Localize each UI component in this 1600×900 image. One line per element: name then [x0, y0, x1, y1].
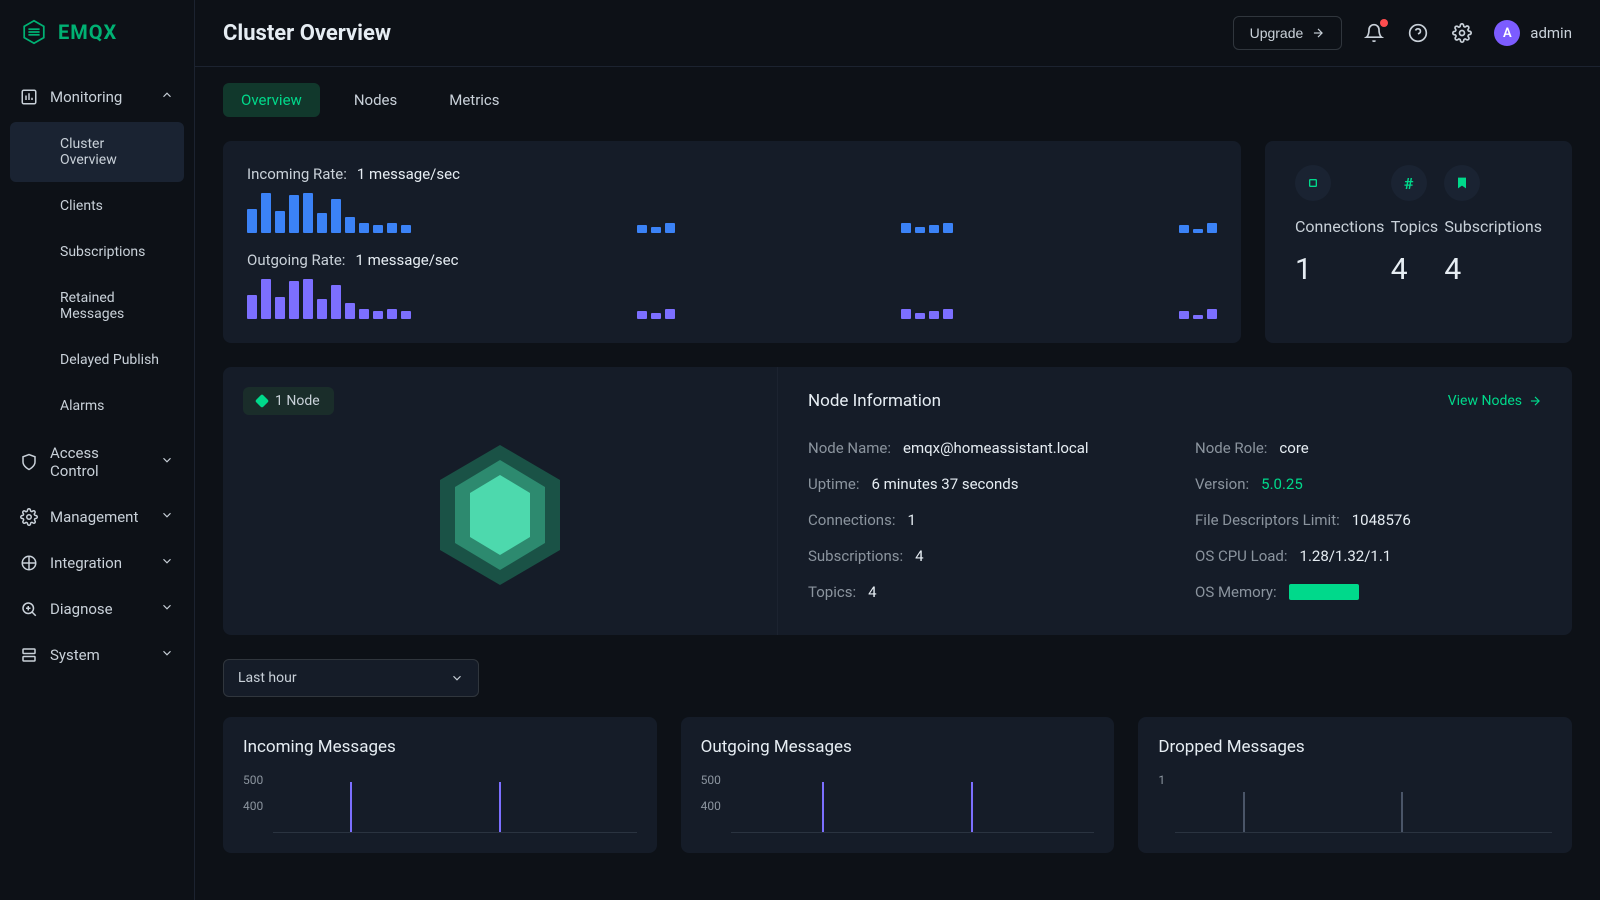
help-button[interactable] [1406, 21, 1430, 45]
shield-icon [20, 453, 38, 471]
page-title: Cluster Overview [223, 21, 391, 46]
notifications-button[interactable] [1362, 21, 1386, 45]
node-visualization: 1 Node [223, 367, 778, 635]
info-pair: Subscriptions:4 [808, 547, 1155, 565]
diagnose-icon [20, 600, 38, 618]
integration-icon [20, 554, 38, 572]
info-pair: OS Memory: [1195, 583, 1542, 601]
sidebar-item-delayed-publish[interactable]: Delayed Publish [10, 338, 184, 382]
info-pair: Version:5.0.25 [1195, 475, 1542, 493]
info-pair: Node Name:emqx@homeassistant.local [808, 439, 1155, 457]
sidebar-item-retained-messages[interactable]: Retained Messages [10, 276, 184, 336]
tab-metrics[interactable]: Metrics [431, 83, 517, 117]
sidebar: EMQX Monitoring Cluster Overview Clients… [0, 0, 195, 900]
node-badge-dot-icon [255, 394, 269, 408]
info-pair: Uptime:6 minutes 37 seconds [808, 475, 1155, 493]
nav-group-management[interactable]: Management [0, 494, 194, 540]
chevron-down-icon [450, 671, 464, 685]
monitoring-icon [20, 88, 38, 106]
upgrade-button[interactable]: Upgrade [1233, 16, 1343, 50]
content: Overview Nodes Metrics Incoming Rate: 1 … [195, 67, 1600, 900]
notification-dot [1380, 19, 1388, 27]
outgoing-sparkline [247, 277, 1217, 319]
chart-area [731, 773, 1094, 833]
info-pair: Topics:4 [808, 583, 1155, 601]
chevron-down-icon [160, 508, 174, 526]
sidebar-item-clients[interactable]: Clients [10, 184, 184, 228]
sidebar-item-alarms[interactable]: Alarms [10, 384, 184, 428]
stat-connections: Connections 1 [1295, 165, 1384, 319]
outgoing-rate-label: Outgoing Rate: [247, 251, 345, 269]
arrow-right-icon [1528, 394, 1542, 408]
chart-area [1175, 773, 1552, 833]
username: admin [1530, 24, 1572, 42]
chart-outgoing-messages: Outgoing Messages 500 400 [681, 717, 1115, 853]
subscriptions-icon [1444, 165, 1480, 201]
chart-dropped-messages: Dropped Messages 1 [1138, 717, 1572, 853]
info-pair: Node Role:core [1195, 439, 1542, 457]
sidebar-item-cluster-overview[interactable]: Cluster Overview [10, 122, 184, 182]
main: Cluster Overview Upgrade A admin [195, 0, 1600, 900]
nav-group-monitoring[interactable]: Monitoring [0, 74, 194, 120]
nav-group-integration[interactable]: Integration [0, 540, 194, 586]
user-menu[interactable]: A admin [1494, 20, 1572, 46]
brand-text: EMQX [58, 20, 117, 44]
chevron-down-icon [160, 554, 174, 572]
avatar: A [1494, 20, 1520, 46]
info-pair: Connections:1 [808, 511, 1155, 529]
topics-icon: # [1391, 165, 1427, 201]
node-info-title: Node Information [808, 391, 941, 411]
nav-group-diagnose[interactable]: Diagnose [0, 586, 194, 632]
y-axis: 1 [1158, 773, 1165, 833]
stat-subscriptions: Subscriptions 4 [1444, 165, 1542, 319]
memory-bar [1289, 584, 1359, 600]
topbar: Cluster Overview Upgrade A admin [195, 0, 1600, 67]
stat-topics: # Topics 4 [1391, 165, 1438, 319]
rate-card: Incoming Rate: 1 message/sec Outgoing Ra… [223, 141, 1241, 343]
nav-group-access-control[interactable]: Access Control [0, 430, 194, 494]
node-panel: 1 Node Node Information View Nodes [223, 367, 1572, 635]
arrow-right-icon [1311, 26, 1325, 40]
node-information: Node Information View Nodes Node Name:em… [778, 367, 1572, 635]
gear-icon [20, 508, 38, 526]
time-range-select[interactable]: Last hour [223, 659, 479, 697]
nav-group-system[interactable]: System [0, 632, 194, 678]
y-axis: 500 400 [243, 773, 263, 833]
help-icon [1408, 23, 1428, 43]
incoming-rate-label: Incoming Rate: [247, 165, 347, 183]
nav: Monitoring Cluster Overview Clients Subs… [0, 64, 194, 678]
node-hexagon-icon[interactable] [430, 440, 570, 590]
charts-row: Incoming Messages 500 400 Outgoing Messa… [223, 717, 1572, 853]
y-axis: 500 400 [701, 773, 721, 833]
tab-nodes[interactable]: Nodes [336, 83, 415, 117]
sidebar-item-subscriptions[interactable]: Subscriptions [10, 230, 184, 274]
outgoing-rate-value: 1 message/sec [355, 251, 458, 269]
info-pair: OS CPU Load:1.28/1.32/1.1 [1195, 547, 1542, 565]
chevron-down-icon [160, 646, 174, 664]
view-nodes-link[interactable]: View Nodes [1448, 393, 1542, 409]
brand-logo[interactable]: EMQX [0, 0, 194, 64]
chevron-down-icon [160, 600, 174, 618]
chevron-down-icon [160, 453, 174, 471]
incoming-rate-value: 1 message/sec [357, 165, 460, 183]
emqx-logo-icon [20, 18, 48, 46]
info-pair: File Descriptors Limit:1048576 [1195, 511, 1542, 529]
chart-incoming-messages: Incoming Messages 500 400 [223, 717, 657, 853]
connections-icon [1295, 165, 1331, 201]
incoming-sparkline [247, 191, 1217, 233]
chevron-up-icon [160, 88, 174, 106]
chart-area [273, 773, 636, 833]
gear-icon [1452, 23, 1472, 43]
tabs: Overview Nodes Metrics [223, 83, 1572, 117]
settings-button[interactable] [1450, 21, 1474, 45]
system-icon [20, 646, 38, 664]
stats-card: Connections 1 # Topics 4 Subscriptions 4 [1265, 141, 1572, 343]
tab-overview[interactable]: Overview [223, 83, 320, 117]
node-count-badge: 1 Node [243, 387, 334, 415]
